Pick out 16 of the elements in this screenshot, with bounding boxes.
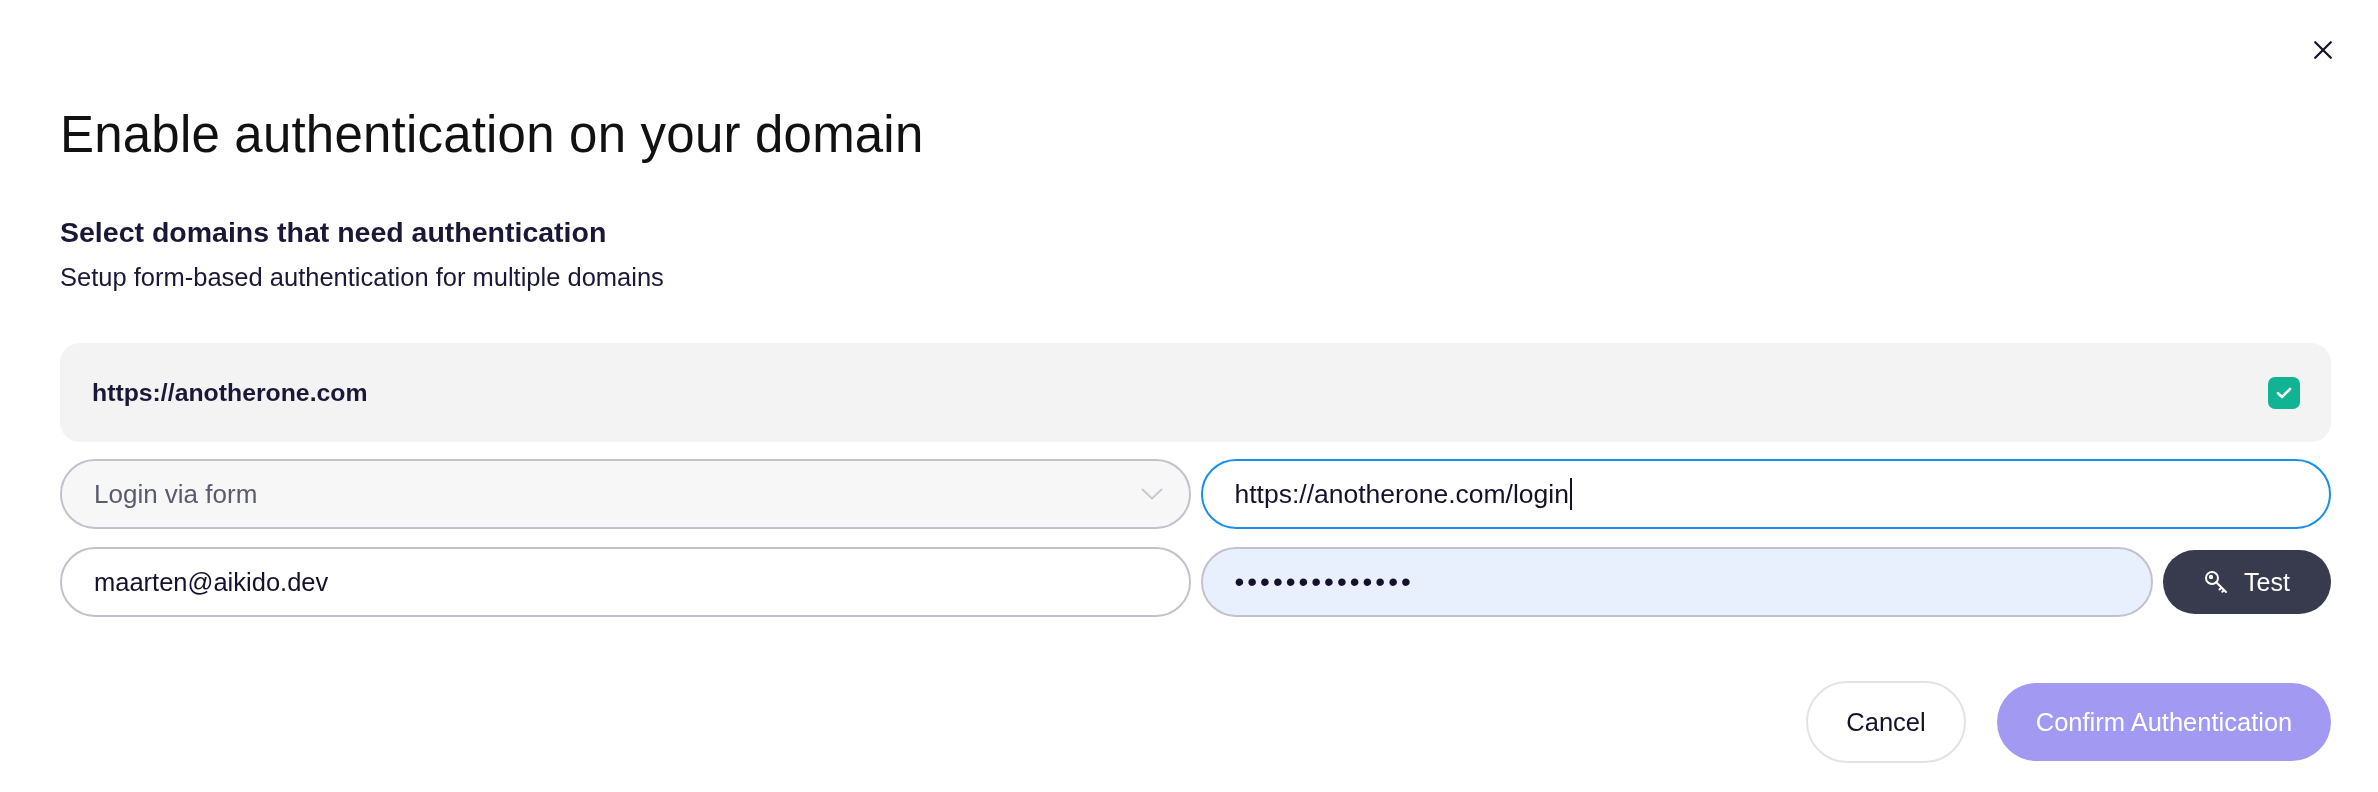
key-icon	[2204, 570, 2229, 594]
password-field[interactable]: ••••••••••••••	[1200, 547, 2153, 617]
section-description: Setup form-based authentication for multiple domains	[60, 262, 665, 293]
domain-url: https://anotherone.com	[92, 378, 368, 407]
username-field[interactable]: maarten@aikido.dev	[60, 547, 1191, 617]
close-icon	[2314, 41, 2332, 59]
chevron-down-icon	[1140, 488, 1163, 500]
dialog-title: Enable authentication on your domain	[60, 105, 925, 165]
close-button[interactable]	[2314, 41, 2332, 59]
text-cursor	[1569, 478, 1572, 510]
cancel-button[interactable]: Cancel	[1806, 681, 1966, 763]
login-url-field[interactable]: https://anotherone.com/login	[1200, 459, 2331, 529]
section-heading: Select domains that need authentication	[60, 215, 608, 249]
check-icon	[2276, 386, 2292, 399]
test-button[interactable]: Test	[2163, 550, 2331, 614]
domain-checkbox[interactable]	[2268, 376, 2300, 409]
